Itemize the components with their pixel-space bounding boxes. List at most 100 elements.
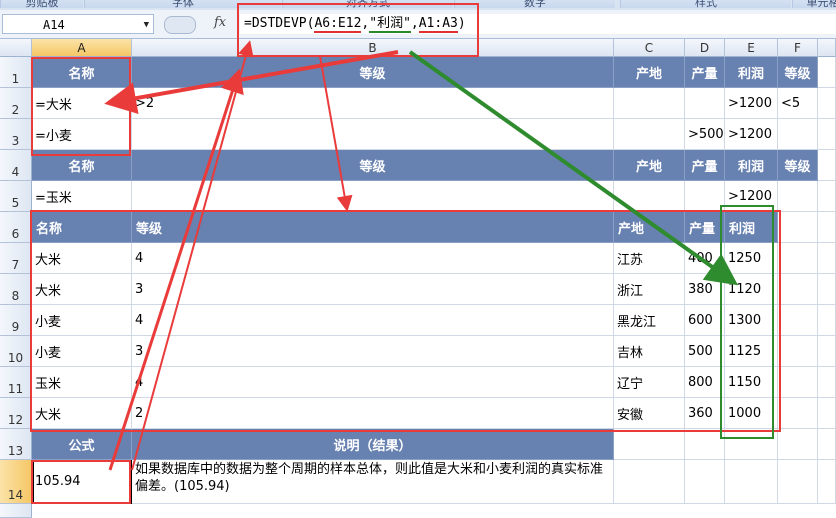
db-cell-grade[interactable]: 3 bbox=[132, 336, 614, 367]
db-cell-output[interactable]: 500 bbox=[685, 336, 725, 367]
db-cell-origin[interactable]: 辽宁 bbox=[614, 367, 685, 398]
insert-function-icon[interactable]: fx bbox=[214, 15, 226, 30]
db-header-grade[interactable]: 等级 bbox=[132, 212, 614, 243]
column-header-f[interactable]: F bbox=[778, 39, 818, 57]
criteria-cell[interactable] bbox=[685, 88, 725, 119]
db-cell-origin[interactable]: 吉林 bbox=[614, 336, 685, 367]
ribbon-group-number[interactable]: 数字 bbox=[454, 0, 615, 9]
cell[interactable] bbox=[818, 398, 836, 429]
column-header-a[interactable]: A bbox=[32, 39, 132, 57]
criteria-header-name[interactable]: 名称 bbox=[32, 57, 132, 88]
db-cell-grade[interactable]: 4 bbox=[132, 367, 614, 398]
ribbon-group-clipboard[interactable]: 剪贴板 bbox=[0, 0, 83, 9]
cell[interactable] bbox=[778, 429, 818, 460]
select-all-corner[interactable] bbox=[0, 39, 32, 57]
cell[interactable] bbox=[818, 243, 836, 274]
ribbon-group-alignment[interactable]: 对齐方式 bbox=[282, 0, 453, 9]
ribbon-group-styles[interactable]: 样式 bbox=[620, 0, 791, 9]
cancel-enter-icon[interactable] bbox=[164, 16, 196, 34]
formula-input[interactable]: =DSTDEVP(A6:E12,"利润",A1:A3) bbox=[240, 14, 836, 34]
ribbon-group-cells[interactable]: 单元格 bbox=[792, 0, 836, 9]
criteria-header-profit[interactable]: 利润 bbox=[725, 57, 778, 88]
row-header-15[interactable] bbox=[0, 504, 32, 518]
row-header-11[interactable]: 11 bbox=[0, 367, 32, 398]
db-cell-profit[interactable]: 1250 bbox=[725, 243, 778, 274]
row-header-13[interactable]: 13 bbox=[0, 429, 32, 460]
row-header-9[interactable]: 9 bbox=[0, 305, 32, 336]
criteria-cell[interactable]: =小麦 bbox=[32, 119, 132, 150]
db-cell-name[interactable]: 玉米 bbox=[32, 367, 132, 398]
row-header-12[interactable]: 12 bbox=[0, 398, 32, 429]
name-box[interactable]: A14 ▼ bbox=[2, 14, 154, 34]
criteria-header-profit[interactable]: 利润 bbox=[725, 150, 778, 181]
row-header-4[interactable]: 4 bbox=[0, 150, 32, 181]
db-cell-profit[interactable]: 1120 bbox=[725, 274, 778, 305]
row-header-1[interactable]: 1 bbox=[0, 57, 32, 88]
cell[interactable] bbox=[818, 460, 836, 504]
criteria-header-origin[interactable]: 产地 bbox=[614, 57, 685, 88]
row-header-10[interactable]: 10 bbox=[0, 336, 32, 367]
row-header-14[interactable]: 14 bbox=[0, 460, 32, 504]
cell[interactable] bbox=[778, 243, 818, 274]
cell[interactable] bbox=[778, 274, 818, 305]
cell[interactable] bbox=[685, 429, 725, 460]
cell[interactable] bbox=[778, 336, 818, 367]
criteria-cell[interactable] bbox=[132, 119, 614, 150]
column-header-c[interactable]: C bbox=[614, 39, 685, 57]
result-value-cell[interactable]: 105.94 bbox=[32, 460, 132, 504]
cell[interactable] bbox=[818, 88, 836, 119]
db-cell-profit[interactable]: 1150 bbox=[725, 367, 778, 398]
db-cell-name[interactable]: 大米 bbox=[32, 274, 132, 305]
cell[interactable] bbox=[818, 336, 836, 367]
cell[interactable] bbox=[778, 460, 818, 504]
criteria-cell[interactable] bbox=[778, 119, 818, 150]
cell[interactable] bbox=[614, 429, 685, 460]
criteria-cell[interactable]: >1200 bbox=[725, 119, 778, 150]
db-cell-output[interactable]: 380 bbox=[685, 274, 725, 305]
criteria-header-grade[interactable]: 等级 bbox=[132, 150, 614, 181]
criteria-header-output[interactable]: 产量 bbox=[685, 57, 725, 88]
cell[interactable] bbox=[818, 429, 836, 460]
criteria-cell[interactable] bbox=[132, 181, 614, 212]
criteria-cell[interactable] bbox=[614, 119, 685, 150]
criteria-header-origin[interactable]: 产地 bbox=[614, 150, 685, 181]
criteria-cell[interactable]: >2 bbox=[132, 88, 614, 119]
cell[interactable] bbox=[614, 460, 685, 504]
cell[interactable] bbox=[818, 212, 836, 243]
ribbon-group-font[interactable]: 字体 bbox=[84, 0, 281, 9]
chevron-down-icon[interactable]: ▼ bbox=[144, 15, 149, 35]
cell[interactable] bbox=[818, 367, 836, 398]
db-cell-origin[interactable]: 浙江 bbox=[614, 274, 685, 305]
db-cell-output[interactable]: 360 bbox=[685, 398, 725, 429]
criteria-header-name[interactable]: 名称 bbox=[32, 150, 132, 181]
criteria-cell[interactable] bbox=[614, 88, 685, 119]
cell[interactable] bbox=[685, 460, 725, 504]
criteria-cell[interactable]: >500 bbox=[685, 119, 725, 150]
row-header-3[interactable]: 3 bbox=[0, 119, 32, 150]
criteria-header-grade[interactable]: 等级 bbox=[132, 57, 614, 88]
cell[interactable] bbox=[818, 57, 836, 88]
column-header-e[interactable]: E bbox=[725, 39, 778, 57]
criteria-cell[interactable]: =大米 bbox=[32, 88, 132, 119]
cell[interactable] bbox=[778, 212, 818, 243]
db-cell-grade[interactable]: 4 bbox=[132, 243, 614, 274]
cell[interactable] bbox=[725, 460, 778, 504]
db-header-name[interactable]: 名称 bbox=[32, 212, 132, 243]
cell[interactable] bbox=[778, 367, 818, 398]
column-header-d[interactable]: D bbox=[685, 39, 725, 57]
criteria-header-grade2[interactable]: 等级 bbox=[778, 57, 818, 88]
db-cell-name[interactable]: 小麦 bbox=[32, 336, 132, 367]
db-cell-origin[interactable]: 黑龙江 bbox=[614, 305, 685, 336]
result-description-cell[interactable]: 如果数据库中的数据为整个周期的样本总体，则此值是大米和小麦利润的真实标准偏差。(… bbox=[132, 460, 614, 504]
result-header-description[interactable]: 说明（结果） bbox=[132, 429, 614, 460]
cell[interactable] bbox=[725, 429, 778, 460]
criteria-cell[interactable] bbox=[685, 181, 725, 212]
db-cell-name[interactable]: 大米 bbox=[32, 243, 132, 274]
db-cell-grade[interactable]: 4 bbox=[132, 305, 614, 336]
db-cell-name[interactable]: 小麦 bbox=[32, 305, 132, 336]
row-header-7[interactable]: 7 bbox=[0, 243, 32, 274]
column-header-g[interactable] bbox=[818, 39, 836, 57]
row-header-6[interactable]: 6 bbox=[0, 212, 32, 243]
criteria-cell[interactable] bbox=[614, 181, 685, 212]
criteria-cell[interactable]: <5 bbox=[778, 88, 818, 119]
